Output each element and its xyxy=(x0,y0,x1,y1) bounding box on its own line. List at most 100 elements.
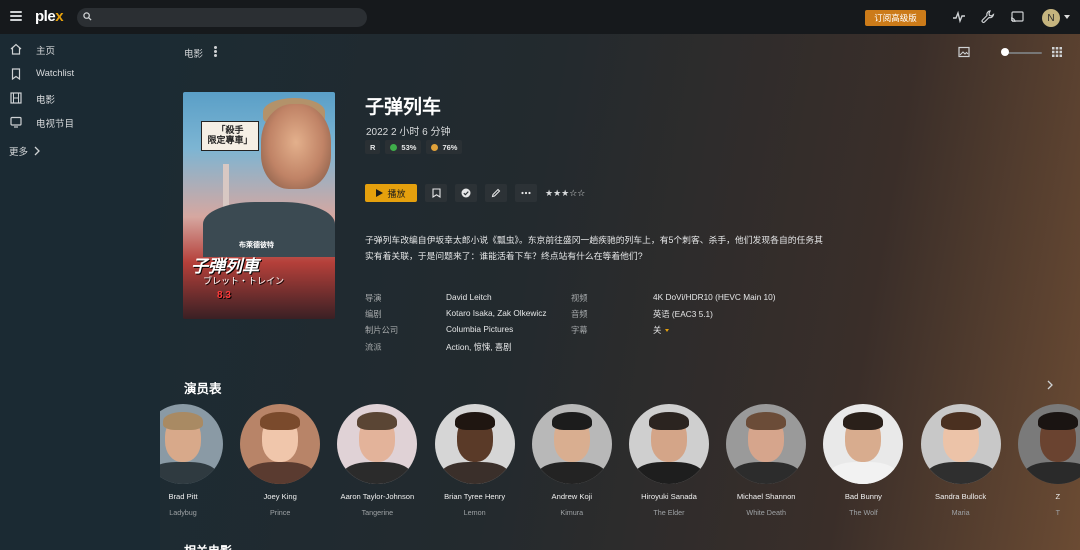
cast-icon[interactable] xyxy=(1010,10,1024,24)
sidebar-more[interactable]: 更多 xyxy=(9,144,40,158)
poster-date: 8.3 xyxy=(217,290,231,301)
audio-label: 音频 xyxy=(571,309,588,319)
cast-card[interactable]: ZT xyxy=(1008,404,1080,517)
cast-photo xyxy=(160,404,223,484)
cast-name: Bad Bunny xyxy=(844,492,882,501)
sidebar-item-tv[interactable]: 电视节目 xyxy=(0,111,160,133)
sidebar: 主页 Watchlist 电影 电视节目 更多 xyxy=(0,34,160,550)
tv-icon xyxy=(10,116,22,128)
upgrade-button[interactable]: 订阅高级版 xyxy=(865,10,926,26)
cast-card[interactable]: Joey King Prince xyxy=(230,404,330,517)
more-options-icon[interactable] xyxy=(214,46,217,57)
cast-photo xyxy=(1017,404,1080,484)
search-bar[interactable] xyxy=(77,8,367,27)
image-view-icon[interactable] xyxy=(958,46,970,58)
movie-poster[interactable]: 「殺手 限定專車」 布萊德彼特 子弾列車 ブレット・トレイン 8.3 xyxy=(183,92,335,319)
cast-shoulders xyxy=(829,462,898,484)
bookmark-icon xyxy=(11,68,21,80)
studio-label: 制片公司 xyxy=(365,325,399,335)
main-content: 电影 「殺手 限定專車」 布萊德彼特 子弾列車 ブレット・トレイン 8.3 子弹… xyxy=(160,34,1080,550)
cast-role: Maria xyxy=(951,508,970,517)
cast-role: The Wolf xyxy=(849,508,878,517)
search-input[interactable] xyxy=(97,10,357,25)
cast-photo xyxy=(920,404,1001,484)
cast-role: Prince xyxy=(270,508,291,517)
cast-card[interactable]: Michael Shannon White Death xyxy=(716,404,816,517)
cast-shoulders xyxy=(926,462,995,484)
studio-value[interactable]: Columbia Pictures xyxy=(446,324,513,334)
cast-photo xyxy=(823,404,904,484)
audio-value[interactable]: 英语 (EAC3 5.1) xyxy=(653,308,713,320)
chevron-down-icon[interactable] xyxy=(1064,15,1070,19)
sidebar-item-label: 电影 xyxy=(36,95,56,106)
sidebar-item-label: 主页 xyxy=(36,46,56,57)
genre-value[interactable]: Action, 惊悚, 喜剧 xyxy=(446,341,511,353)
cast-card[interactable]: Bad Bunny The Wolf xyxy=(813,404,913,517)
pencil-icon xyxy=(491,188,501,198)
grid-view-icon[interactable] xyxy=(1051,46,1063,58)
cast-photo xyxy=(337,404,418,484)
content-rating-badge: R xyxy=(365,140,381,154)
video-label: 视频 xyxy=(571,293,588,303)
cast-card[interactable]: Hiroyuki Sanada The Elder xyxy=(619,404,719,517)
zoom-slider-handle[interactable] xyxy=(1001,48,1009,56)
cast-shoulders xyxy=(440,462,509,484)
sidebar-item-home[interactable]: 主页 xyxy=(0,38,160,60)
sidebar-item-movies[interactable]: 电影 xyxy=(0,87,160,109)
cast-card[interactable]: Sandra Bullock Maria xyxy=(911,404,1011,517)
activity-icon[interactable] xyxy=(952,10,966,24)
writer-value[interactable]: Kotaro Isaka, Zak Olkewicz xyxy=(446,308,547,318)
cast-name: Andrew Koji xyxy=(551,492,593,501)
poster-subtitle: ブレット・トレイン xyxy=(203,276,285,286)
cast-name: Joey King xyxy=(263,492,297,501)
cast-name: Sandra Bullock xyxy=(935,492,987,501)
rating-badges: R 53% 76% xyxy=(365,140,463,154)
audience-score: 76% xyxy=(442,142,458,152)
cast-name: Michael Shannon xyxy=(736,492,796,501)
cast-card[interactable]: Brian Tyree Henry Lemon xyxy=(425,404,525,517)
sidebar-item-label: Watchlist xyxy=(36,68,75,79)
movie-meta: 2022 2 小时 6 分钟 xyxy=(366,127,451,138)
subtitle-value: 关 xyxy=(653,325,662,335)
cast-shoulders xyxy=(635,462,703,484)
ellipsis-icon xyxy=(521,191,531,195)
cast-photo xyxy=(240,404,321,484)
cast-card[interactable]: Andrew Koji Kimura xyxy=(522,404,622,517)
cast-shoulders xyxy=(537,462,606,484)
cast-hair xyxy=(163,412,203,430)
cast-role: The Elder xyxy=(653,508,685,517)
more-actions-button[interactable] xyxy=(515,184,537,202)
cast-hair xyxy=(746,412,787,430)
menu-icon[interactable] xyxy=(10,11,22,21)
wrench-icon[interactable] xyxy=(981,10,995,24)
subtitle-dropdown[interactable]: 关 xyxy=(653,324,670,336)
cast-shoulders xyxy=(343,462,412,484)
user-avatar[interactable]: N xyxy=(1042,9,1060,27)
plex-logo[interactable]: plex xyxy=(35,8,64,25)
cast-role: Tangerine xyxy=(361,508,394,517)
genre-label: 流派 xyxy=(365,342,382,352)
play-label: 播放 xyxy=(387,188,406,199)
top-bar: plex 订阅高级版 N xyxy=(0,0,1080,34)
cast-card[interactable]: Brad Pitt Ladybug xyxy=(160,404,233,517)
action-row: 播放 ★★★☆☆ xyxy=(365,184,585,202)
cast-card[interactable]: Aaron Taylor-Johnson Tangerine xyxy=(327,404,427,517)
cast-shoulders xyxy=(1023,462,1080,484)
sidebar-item-watchlist[interactable]: Watchlist xyxy=(0,63,160,85)
director-value[interactable]: David Leitch xyxy=(446,292,492,302)
tomato-score-badge: 53% xyxy=(385,140,422,154)
chevron-right-icon[interactable] xyxy=(1046,380,1054,390)
edit-button[interactable] xyxy=(485,184,507,202)
cast-hair xyxy=(649,412,689,430)
mark-watched-button[interactable] xyxy=(455,184,477,202)
cast-section-title: 演员表 xyxy=(184,382,222,396)
cast-role: Ladybug xyxy=(169,508,197,517)
breadcrumb[interactable]: 电影 xyxy=(184,46,203,60)
cast-role: White Death xyxy=(746,508,786,517)
cast-name: Aaron Taylor-Johnson xyxy=(340,492,415,501)
cast-photo xyxy=(726,404,807,484)
watchlist-button[interactable] xyxy=(425,184,447,202)
star-rating[interactable]: ★★★☆☆ xyxy=(545,188,585,199)
director-label: 导演 xyxy=(365,293,382,303)
play-button[interactable]: 播放 xyxy=(365,184,417,202)
